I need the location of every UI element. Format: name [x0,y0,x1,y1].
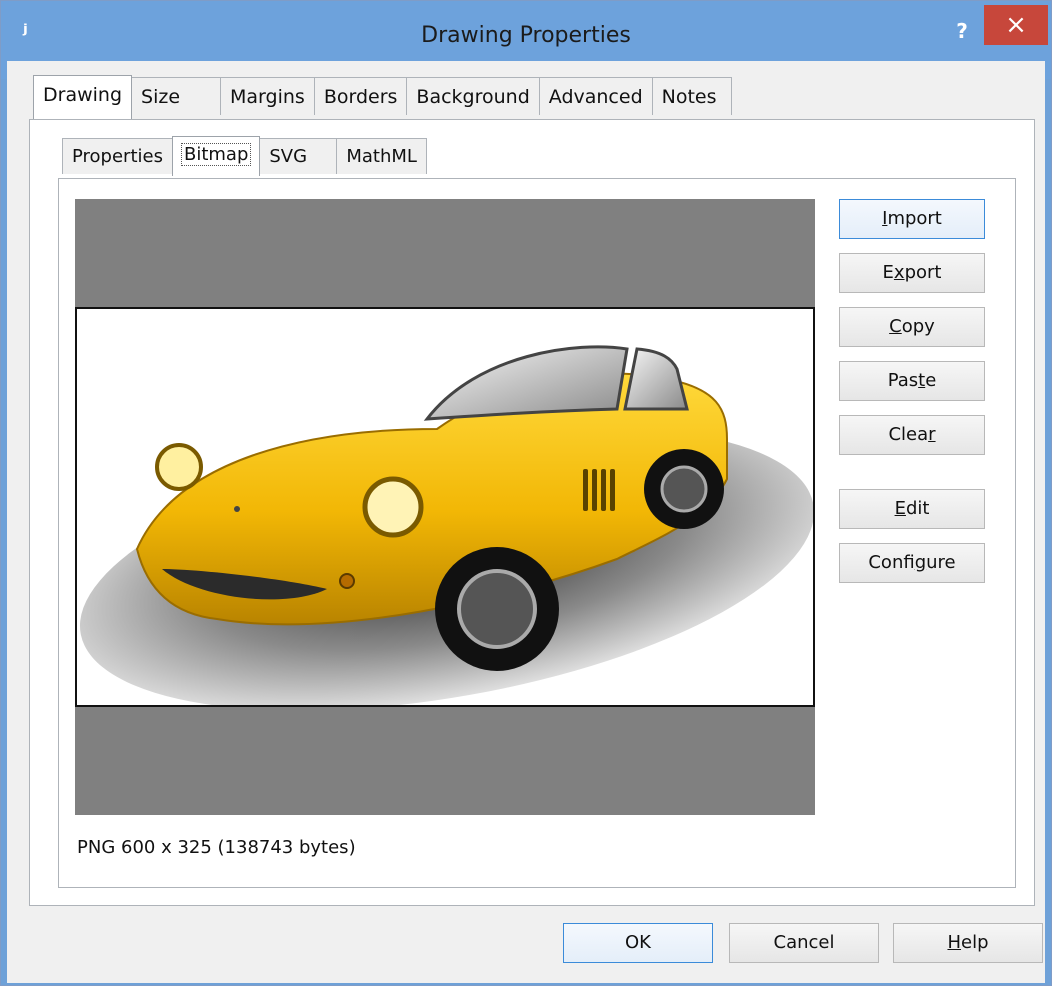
export-label-pre: E [882,262,894,283]
configure-button[interactable]: Configure [839,543,985,583]
window-title: Drawing Properties [421,23,631,48]
help-button[interactable]: Help [893,923,1043,963]
edit-accel: E [894,498,906,519]
import-label-post: mport [887,208,942,229]
configure-label-pre: Confi [868,552,915,573]
configure-accel: g [914,552,927,573]
ok-button[interactable]: OK [563,923,713,963]
copy-label-post: opy [901,316,935,337]
export-button[interactable]: Export [839,253,985,293]
tab-margins[interactable]: Margins [220,77,315,115]
copy-accel: C [889,316,902,337]
export-accel: x [893,262,905,283]
tab-size[interactable]: Size [131,77,222,115]
image-info-label: PNG 600 x 325 (138743 bytes) [77,837,356,858]
import-button[interactable]: Import [839,199,985,239]
inner-tab-strip: Properties Bitmap SVG MathML [62,136,427,178]
tab-background[interactable]: Background [406,77,540,115]
clear-label-pre: Clea [888,424,929,445]
tab-bitmap[interactable]: Bitmap [171,136,261,176]
export-label-post: port [904,262,942,283]
help-icon[interactable]: ? [949,19,975,49]
tab-mathml[interactable]: MathML [336,138,427,174]
tab-svg[interactable]: SVG [259,138,338,174]
cancel-button[interactable]: Cancel [729,923,879,963]
paste-label-post: e [925,370,937,391]
dialog-window: ʲ Drawing Properties ? × Drawing Size Ma… [0,0,1052,986]
clear-button[interactable]: Clear [839,415,985,455]
clear-accel: r [928,424,936,445]
bitmap-image [75,307,815,707]
tab-notes[interactable]: Notes [651,77,732,115]
help-label-post: elp [961,932,989,953]
configure-label-post: ure [926,552,956,573]
bitmap-preview-area [75,199,815,815]
help-accel: H [947,932,962,953]
paste-button[interactable]: Paste [839,361,985,401]
copy-button[interactable]: Copy [839,307,985,347]
tab-drawing[interactable]: Drawing [33,75,133,119]
edit-button[interactable]: Edit [839,489,985,529]
tab-bitmap-label: Bitmap [180,143,252,166]
drawing-tab-panel: Properties Bitmap SVG MathML PNG 600 x 3… [29,119,1035,906]
bitmap-tab-panel: PNG 600 x 325 (138743 bytes) Import Expo… [58,178,1016,888]
car-illustration [79,345,813,705]
tab-advanced[interactable]: Advanced [538,77,653,115]
paste-label-pre: Pas [887,370,919,391]
edit-label-post: dit [905,498,930,519]
tab-properties[interactable]: Properties [62,138,173,174]
dialog-client-area: Drawing Size Margins Borders Background … [7,61,1045,983]
tab-borders[interactable]: Borders [313,77,408,115]
top-tab-strip: Drawing Size Margins Borders Background … [33,75,732,121]
close-button[interactable]: × [984,5,1048,45]
